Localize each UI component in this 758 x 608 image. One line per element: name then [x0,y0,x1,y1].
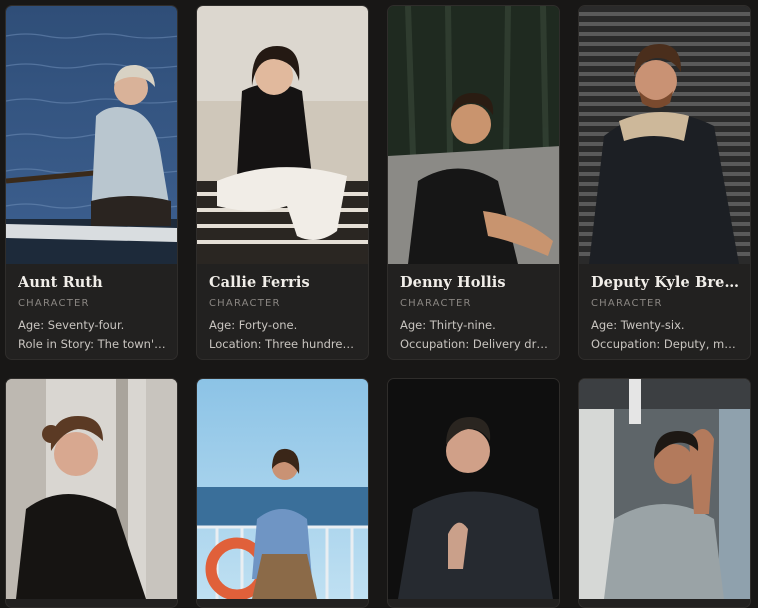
character-photo [579,6,750,264]
character-detail-role: Role in Story: The town's historian [18,337,167,351]
character-card-denny-hollis[interactable]: Denny Hollis CHARACTER Age: Thirty-nine.… [387,5,560,360]
character-type-label: CHARACTER [591,298,663,309]
character-detail-occupation: Occupation: Delivery driver [400,337,549,351]
character-card-deputy-kyle-brennan[interactable]: Deputy Kyle Brennan CHARACTER Age: Twent… [578,5,751,360]
character-card[interactable] [196,378,369,608]
character-card[interactable] [578,378,751,608]
character-photo [6,6,177,264]
character-grid: Aunt Ruth CHARACTER Age: Seventy-four. R… [0,0,758,608]
character-name: Aunt Ruth [18,274,103,291]
character-photo [6,379,177,599]
character-detail-age: Age: Forty-one. [209,318,298,332]
character-type-label: CHARACTER [209,298,281,309]
character-photo [579,379,750,599]
character-card-callie-ferris[interactable]: Callie Ferris CHARACTER Age: Forty-one. … [196,5,369,360]
character-photo [388,6,559,264]
character-detail-age: Age: Twenty-six. [591,318,685,332]
character-type-label: CHARACTER [400,298,472,309]
character-detail-age: Age: Seventy-four. [18,318,125,332]
character-card[interactable] [387,378,560,608]
character-photo [388,379,559,599]
character-card-aunt-ruth[interactable]: Aunt Ruth CHARACTER Age: Seventy-four. R… [5,5,178,360]
character-detail-age: Age: Thirty-nine. [400,318,496,332]
character-type-label: CHARACTER [18,298,90,309]
character-name: Callie Ferris [209,274,310,291]
character-photo [197,379,368,599]
character-detail-occupation: Occupation: Deputy, marshal [591,337,740,351]
character-card[interactable] [5,378,178,608]
character-name: Denny Hollis [400,274,506,291]
character-name: Deputy Kyle Brennan [591,274,740,291]
character-detail-location: Location: Three hundred miles away [209,337,358,351]
character-photo [197,6,368,264]
